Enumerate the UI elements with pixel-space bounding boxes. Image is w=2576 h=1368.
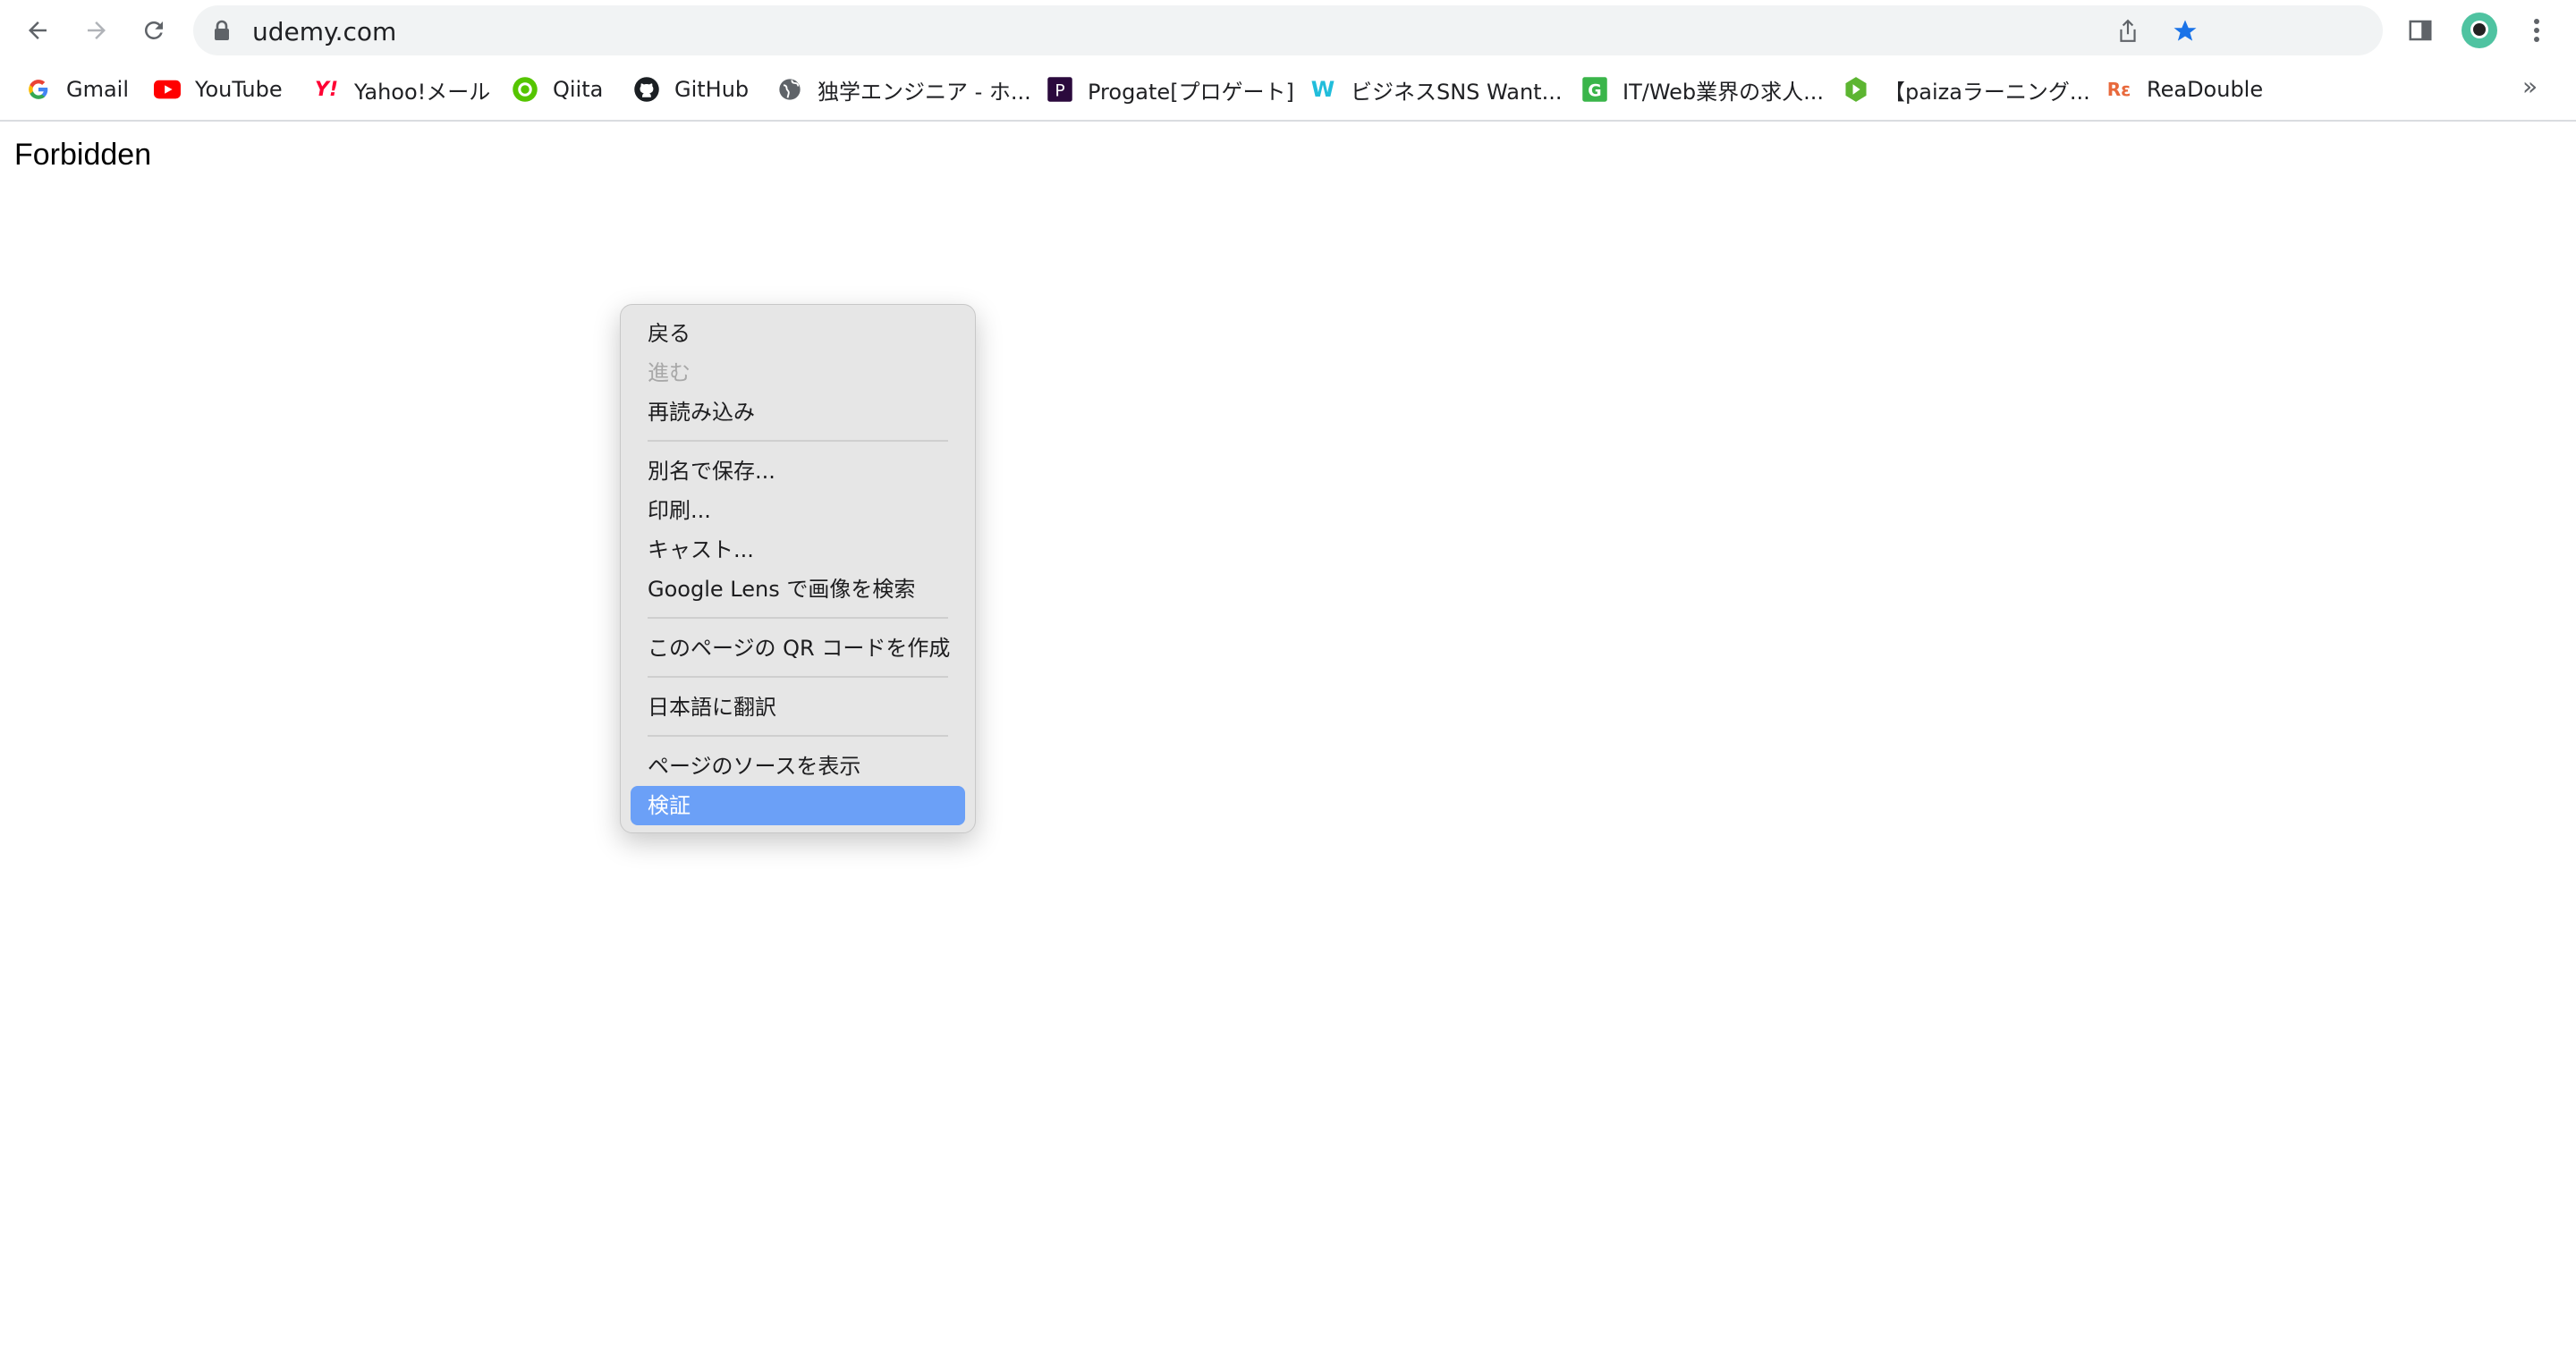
menu-divider (648, 676, 948, 678)
bookmark-label: GitHub (674, 77, 750, 102)
side-panel-button[interactable] (2402, 13, 2438, 48)
menu-item-cast[interactable]: キャスト... (648, 530, 754, 570)
bookmark-label: 独学エンジニア - ホ... (818, 79, 1031, 105)
menu-item-inspect[interactable]: 検証 (631, 786, 965, 825)
bookmark-wantedly[interactable]: W ビジネスSNS Want... (1309, 73, 1563, 106)
readouble-icon: Rε (2106, 79, 2131, 100)
progate-icon: P (1046, 76, 1073, 103)
green-icon: G (1581, 76, 1608, 103)
menu-item-inspect-label: 検証 (648, 793, 691, 818)
google-g-icon (25, 76, 52, 103)
bookmark-youtube[interactable]: YouTube (154, 73, 283, 106)
bookmark-readouble[interactable]: Rε ReaDouble (2106, 73, 2263, 106)
bookmark-progate[interactable]: P Progate[プロゲート] (1046, 73, 1294, 106)
back-button[interactable] (20, 13, 55, 48)
menu-item-save-as[interactable]: 別名で保存... (648, 452, 775, 491)
page-body-text: Forbidden (14, 138, 152, 172)
bookmark-github[interactable]: GitHub (633, 73, 749, 106)
yahoo-icon: Y! (315, 78, 338, 101)
bookmark-label: Gmail (66, 77, 130, 102)
context-menu: 戻る 進む 再読み込み 別名で保存... 印刷... キャスト... Googl… (620, 304, 976, 833)
svg-text:P: P (1055, 82, 1064, 101)
bookmark-paiza[interactable]: 【paizaラーニング... (1843, 73, 2090, 106)
address-bar[interactable]: udemy.com (193, 5, 2383, 55)
bookmark-label: Yahoo!メール (354, 79, 491, 105)
qiita-icon (512, 76, 538, 103)
github-icon (633, 76, 660, 103)
avatar (2462, 13, 2497, 48)
bookmark-label: YouTube (195, 77, 283, 102)
browser-toolbar: udemy.com (0, 0, 2576, 61)
bookmark-green[interactable]: G IT/Web業界の求人... (1581, 73, 1824, 106)
arrow-right-icon (88, 21, 106, 39)
bookmark-gmail[interactable]: Gmail (25, 73, 129, 106)
bookmark-label: ReaDouble (2147, 77, 2264, 102)
menu-item-translate[interactable]: 日本語に翻訳 (648, 688, 776, 727)
lock-icon (213, 20, 231, 45)
forward-button[interactable] (79, 13, 114, 48)
bookmark-dokugaku[interactable]: 独学エンジニア - ホ... (776, 73, 1031, 106)
menu-button[interactable] (2519, 13, 2555, 48)
menu-divider (648, 440, 948, 442)
bookmark-label: 【paizaラーニング... (1884, 79, 2090, 105)
menu-divider (648, 735, 948, 737)
svg-text:G: G (1588, 82, 1601, 101)
menu-item-print[interactable]: 印刷... (648, 491, 711, 530)
reload-icon (145, 21, 163, 39)
url-text: udemy.com (252, 17, 397, 46)
bookmarks-bar: Gmail YouTube Y! Yahoo!メール Qiita GitHub … (0, 61, 2576, 122)
menu-item-forward[interactable]: 進む (648, 353, 691, 393)
menu-item-back[interactable]: 戻る (648, 314, 691, 353)
kebab-menu-icon (2534, 19, 2539, 42)
bookmark-label: Qiita (553, 77, 604, 102)
bookmark-qiita[interactable]: Qiita (512, 73, 603, 106)
menu-item-qr-code[interactable]: このページの QR コードを作成 (648, 629, 950, 668)
bookmark-label: ビジネスSNS Want... (1351, 79, 1563, 105)
bookmarks-overflow-icon[interactable]: » (2522, 72, 2538, 101)
profile-avatar[interactable] (2462, 13, 2497, 48)
side-panel-icon (2409, 20, 2432, 41)
youtube-icon (154, 76, 181, 103)
reload-button[interactable] (136, 13, 172, 48)
bookmark-label: Progate[プロゲート] (1088, 79, 1294, 105)
menu-item-reload[interactable]: 再読み込み (648, 393, 755, 432)
menu-divider (648, 617, 948, 619)
wantedly-icon: W (1310, 77, 1335, 102)
bookmark-label: IT/Web業界の求人... (1623, 79, 1825, 105)
globe-icon (776, 76, 803, 103)
paiza-icon (1843, 76, 1869, 103)
bookmark-yahoo[interactable]: Y! Yahoo!メール (313, 73, 490, 106)
star-icon[interactable] (2172, 18, 2199, 45)
menu-item-view-source[interactable]: ページのソースを表示 (648, 747, 860, 786)
arrow-left-icon (29, 21, 47, 39)
menu-item-google-lens[interactable]: Google Lens で画像を検索 (648, 570, 915, 609)
share-icon[interactable] (2114, 18, 2141, 45)
